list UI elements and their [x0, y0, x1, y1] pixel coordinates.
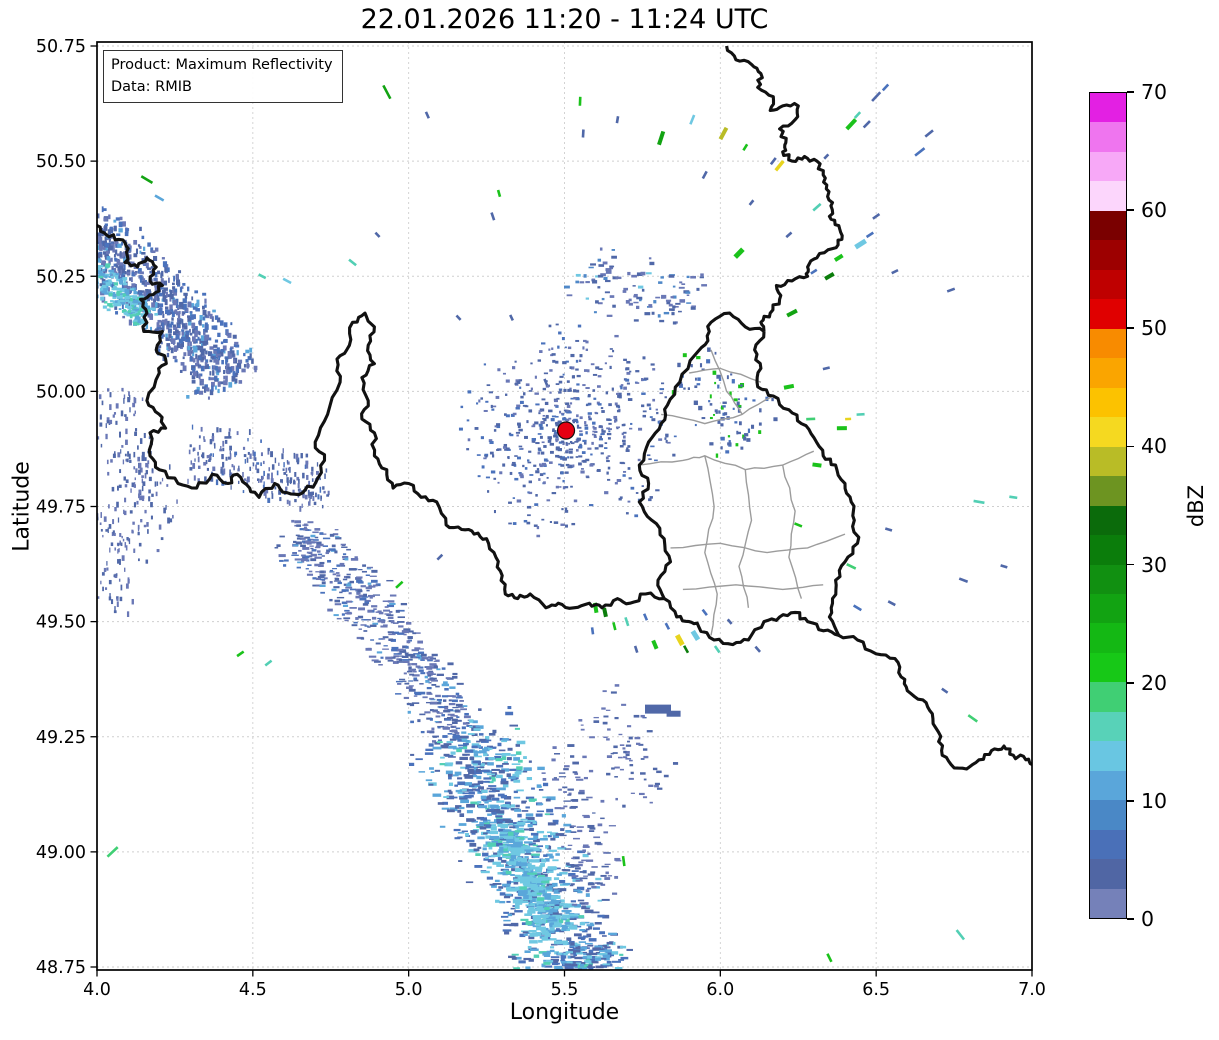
colorbar-band — [1090, 269, 1126, 300]
svg-text:48.75: 48.75 — [36, 958, 86, 978]
y-axis-label: Latitude — [9, 461, 35, 552]
map-canvas: 4.0 4.5 5.0 5.5 6.0 6.5 7.0 50.75 50.50 50.25 50.0… — [36, 37, 1046, 1000]
colorbar-band — [1090, 593, 1126, 624]
colorbar-tick-mark — [1127, 918, 1134, 920]
svg-text:50.25: 50.25 — [36, 267, 86, 287]
svg-text:49.50: 49.50 — [36, 613, 86, 633]
colorbar-band — [1090, 564, 1126, 594]
colorbar-band — [1090, 711, 1126, 742]
colorbar-tick-label: 40 — [1141, 434, 1168, 459]
plot-border — [96, 41, 1033, 971]
colorbar-band — [1090, 652, 1126, 683]
colorbar-band — [1090, 476, 1126, 506]
region-borders — [639, 349, 846, 636]
product-info-box: Product: Maximum Reflectivity Data: RMIB — [103, 50, 343, 104]
colorbar-tick-mark — [1127, 91, 1134, 93]
colorbar-tick-mark — [1127, 209, 1134, 211]
gridlines — [97, 42, 1032, 970]
colorbar-tick-mark — [1127, 327, 1134, 330]
colorbar-band — [1090, 328, 1126, 359]
svg-text:49.75: 49.75 — [36, 498, 86, 518]
colorbar-tick-mark — [1127, 800, 1134, 802]
colorbar-band — [1090, 682, 1126, 712]
colorbar-tick-mark — [1127, 445, 1134, 448]
colorbar-band — [1090, 240, 1126, 270]
colorbar-label: dBZ — [1184, 484, 1208, 528]
colorbar-tick-mark — [1127, 681, 1134, 684]
tick-marks — [90, 45, 1033, 977]
figure-title: 22.01.2026 11:20 - 11:24 UTC — [360, 4, 769, 35]
colorbar-tick-label: 30 — [1141, 552, 1168, 577]
colorbar-band — [1090, 770, 1126, 801]
svg-text:4.0: 4.0 — [83, 980, 111, 1000]
radar-figure: 4.0 4.5 5.0 5.5 6.0 6.5 7.0 50.75 50.50 50.25 50.0… — [0, 0, 1219, 1040]
radar-site-marker — [556, 421, 576, 440]
x-axis-label: Longitude — [509, 1000, 620, 1025]
colorbar-band — [1090, 122, 1126, 152]
colorbar-band — [1090, 741, 1126, 771]
colorbar-tick-mark — [1127, 563, 1134, 566]
colorbar-tick-label: 50 — [1141, 316, 1168, 341]
colorbar-band — [1090, 829, 1126, 860]
colorbar-tick-label: 0 — [1141, 907, 1155, 931]
colorbar — [1089, 92, 1127, 919]
colorbar-band — [1090, 358, 1126, 388]
svg-text:4.5: 4.5 — [239, 980, 267, 1000]
colorbar-band — [1090, 93, 1126, 123]
colorbar-band — [1090, 446, 1126, 477]
colorbar-tick-label: 20 — [1141, 670, 1168, 695]
colorbar-band — [1090, 387, 1126, 418]
product-line: Product: Maximum Reflectivity — [111, 57, 333, 73]
colorbar-band — [1090, 505, 1126, 536]
colorbar-band — [1090, 210, 1126, 241]
tick-labels: 4.0 4.5 5.0 5.5 6.0 6.5 7.0 50.75 50.50 50.25 50.0… — [36, 37, 1046, 1000]
colorbar-band — [1090, 888, 1126, 919]
svg-text:5.5: 5.5 — [551, 980, 579, 1000]
echo-blobs — [645, 704, 681, 717]
svg-text:50.00: 50.00 — [36, 382, 86, 402]
colorbar-band — [1090, 800, 1126, 830]
colorbar-band — [1090, 535, 1126, 565]
svg-text:49.00: 49.00 — [36, 843, 86, 863]
svg-text:50.75: 50.75 — [36, 37, 86, 57]
data-source-line: Data: RMIB — [111, 79, 192, 96]
colorbar-band — [1090, 151, 1126, 182]
svg-text:50.50: 50.50 — [36, 152, 86, 172]
colorbar-band — [1090, 623, 1126, 653]
svg-text:5.0: 5.0 — [395, 980, 423, 1000]
colorbar-tick-label: 10 — [1141, 788, 1168, 813]
colorbar-band — [1090, 859, 1126, 889]
svg-text:7.0: 7.0 — [1018, 980, 1046, 1000]
plot-area: 4.0 4.5 5.0 5.5 6.0 6.5 7.0 50.75 50.50 50.25 50.0… — [36, 37, 1046, 1000]
colorbar-tick-label: 70 — [1141, 80, 1168, 104]
colorbar-tick-label: 60 — [1141, 198, 1168, 223]
colorbar-band — [1090, 299, 1126, 329]
svg-text:49.25: 49.25 — [36, 728, 86, 748]
colorbar-band — [1090, 181, 1126, 211]
colorbar-band — [1090, 417, 1126, 447]
svg-text:6.5: 6.5 — [862, 980, 890, 1000]
svg-text:6.0: 6.0 — [706, 980, 734, 1000]
